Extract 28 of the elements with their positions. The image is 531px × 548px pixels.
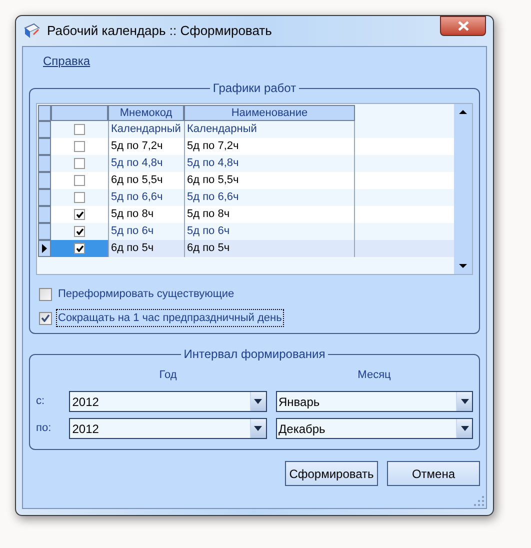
dropdown-value: Декабрь xyxy=(278,420,326,438)
dropdown-field[interactable]: 2012 xyxy=(69,418,267,439)
table-cell: 6д по 5ч xyxy=(184,240,355,257)
dialog-button[interactable]: Отмена xyxy=(387,461,480,486)
column-header[interactable]: Мнемокод xyxy=(108,105,184,121)
table-row[interactable]: 6д по 5ч 6д по 5ч xyxy=(38,240,454,257)
column-header[interactable]: Наименование xyxy=(184,105,355,121)
field-label: с: xyxy=(36,394,46,410)
dropdown-field[interactable]: Декабрь xyxy=(276,418,473,439)
dropdown-value: 2012 xyxy=(71,420,100,438)
table-row[interactable]: 5д по 7,2ч 5д по 7,2ч xyxy=(38,138,454,155)
dropdown-value: 2012 xyxy=(71,394,100,410)
menu-item[interactable]: Справка xyxy=(43,52,90,70)
checkbox-label[interactable]: Переформировать существующие xyxy=(56,285,236,303)
window-title: Рабочий календарь :: Сформировать xyxy=(47,22,272,40)
column-label: Месяц xyxy=(356,368,392,383)
group-title: Интервал формирования xyxy=(180,346,328,362)
dropdown-field[interactable]: 2012 xyxy=(69,391,267,412)
field-label: по: xyxy=(36,421,52,436)
checkbox-label[interactable]: Сокращать на 1 час предпраздничный день xyxy=(56,309,284,327)
dialog-button[interactable]: Сформировать xyxy=(285,461,378,486)
column-label: Год xyxy=(158,368,178,383)
table-row[interactable]: 5д по 8ч 5д по 8ч xyxy=(38,206,454,223)
group-title: Графики работ xyxy=(210,80,300,96)
table-cell: 6д по 5ч xyxy=(108,240,184,257)
table-row[interactable]: 6д по 5,5ч 6д по 5,5ч xyxy=(38,172,454,189)
dropdown-value: Январь xyxy=(278,394,321,410)
dropdown-field[interactable]: Январь xyxy=(276,391,473,412)
